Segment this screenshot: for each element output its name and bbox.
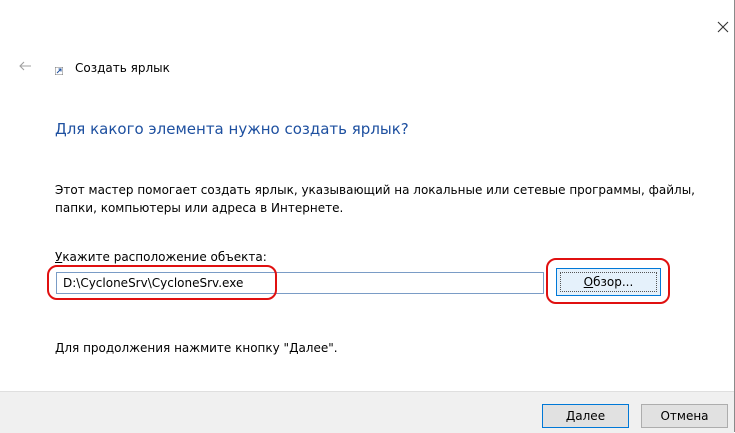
location-label-text: кажите расположение объекта: <box>62 250 267 264</box>
next-label: алее <box>575 409 606 423</box>
browse-label: бзор... <box>593 275 634 289</box>
shortcut-icon <box>55 67 63 75</box>
browse-accesskey: О <box>583 275 594 289</box>
continue-hint: Для продолжения нажмите кнопку "Далее". <box>55 341 338 355</box>
browse-button[interactable]: Обзор... <box>556 268 661 296</box>
close-button[interactable] <box>712 16 734 38</box>
create-shortcut-wizard: Создать ярлык Для какого элемента нужно … <box>0 0 735 433</box>
location-label: Укажите расположение объекта: <box>55 250 267 264</box>
cancel-button[interactable]: Отмена <box>641 404 728 428</box>
wizard-description: Этот мастер помогает создать ярлык, указ… <box>55 183 695 215</box>
next-accesskey: Д <box>565 409 576 423</box>
next-button[interactable]: Далее <box>542 404 629 428</box>
page-heading: Для какого элемента нужно создать ярлык? <box>55 120 409 138</box>
location-input[interactable] <box>56 272 544 294</box>
close-icon <box>717 21 729 33</box>
wizard-title: Создать ярлык <box>75 61 170 75</box>
back-arrow-icon <box>19 61 31 71</box>
back-button[interactable] <box>12 55 38 77</box>
